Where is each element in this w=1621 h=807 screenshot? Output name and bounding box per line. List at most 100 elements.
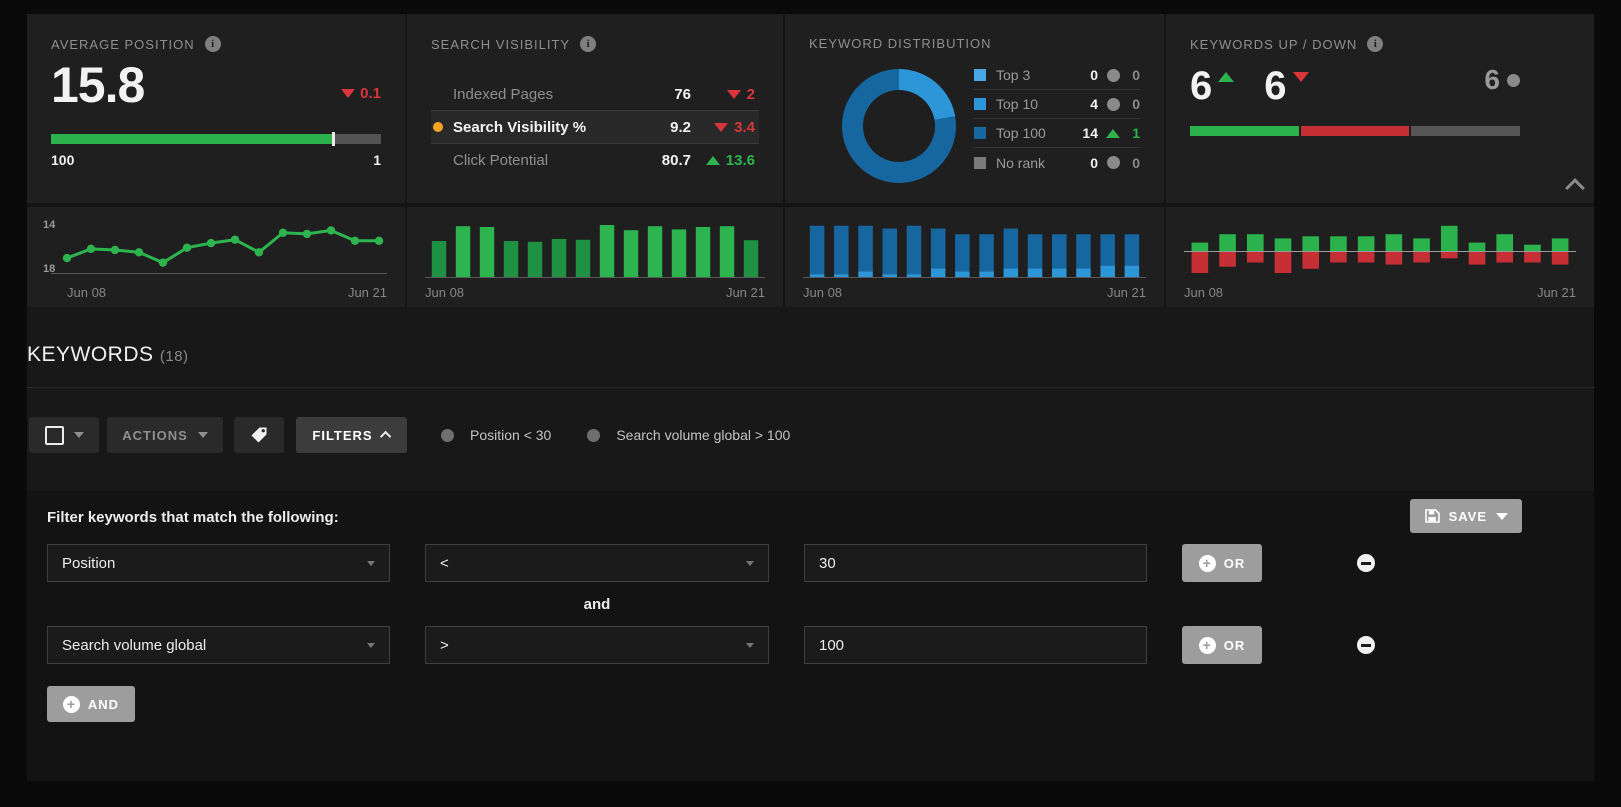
scale-label-100: 100 [51,152,74,168]
metric-delta-value: 3.4 [734,119,755,136]
keywords-heading: KEYWORDS (18) [27,307,1594,367]
trend-charts-row: 14 18 Jun 08 Jun 21 Jun 08 Jun 21 Jun 08 [27,203,1594,307]
x-label-start: Jun 08 [67,285,106,300]
metric-delta: 13.6 [691,152,755,169]
remove-condition-button[interactable] [1357,554,1375,572]
add-or-condition-button[interactable]: OR [1182,544,1262,582]
or-label: OR [1224,638,1246,653]
legend-row-top10: Top 10 4 0 [974,90,1140,119]
metric-value: 9.2 [639,119,691,136]
plus-circle-icon [1199,637,1216,654]
info-icon[interactable] [205,36,221,52]
down-count-value: 6 [1264,66,1286,106]
chevron-down-icon [746,561,754,566]
legend-value: 0 [1072,155,1098,171]
metric-delta: 2 [691,86,755,103]
chevron-down-icon [198,432,208,438]
operator-select[interactable]: < [425,544,769,582]
select-all-dropdown-button[interactable] [29,417,99,453]
bar-chart-svg [421,213,769,283]
filter-chip-search-volume[interactable]: Search volume global > 100 [587,427,790,443]
average-position-card: AVERAGE POSITION 15.8 0.1 100 1 [27,14,405,203]
legend-value: 4 [1072,96,1098,112]
value-input[interactable] [804,626,1147,664]
legend-delta: 0 [1128,67,1140,83]
actions-dropdown-button[interactable]: ACTIONS [107,417,223,453]
field-select[interactable]: Position [47,544,390,582]
and-button-label: AND [88,697,119,712]
info-icon[interactable] [1367,36,1383,52]
triangle-down-icon [714,123,728,132]
remove-condition-button[interactable] [1357,636,1375,654]
metric-delta: 3.4 [691,119,755,136]
unchanged-count-value: 6 [1484,66,1500,94]
x-label-start: Jun 08 [425,285,464,300]
up-bar-segment [1190,126,1299,136]
legend-label: No rank [996,155,1072,171]
filter-condition-row: Position < OR [47,544,1574,582]
field-select-value: Position [62,555,115,572]
chip-dot-icon [587,429,600,442]
select-all-checkbox[interactable] [45,426,64,445]
legend-delta: 1 [1128,125,1140,141]
metrics-row: AVERAGE POSITION 15.8 0.1 100 1 [27,14,1594,203]
x-label-start: Jun 08 [1184,285,1223,300]
filter-panel-heading: Filter keywords that match the following… [47,509,1574,526]
keyword-distribution-card: KEYWORD DISTRIBUTION Top 3 0 0 [783,14,1164,203]
no-change-dot-icon [1107,98,1120,111]
chevron-down-icon [74,432,84,438]
keywords-unchanged-count: 6 [1484,66,1520,94]
section-divider [27,387,1594,388]
chevron-down-icon [1496,513,1508,520]
no-change-dot-icon [1107,156,1120,169]
keyword-distribution-legend: Top 3 0 0 Top 10 4 0 [974,61,1140,183]
metric-delta-value: 13.6 [726,152,755,169]
add-or-condition-button[interactable]: OR [1182,626,1262,664]
x-label-end: Jun 21 [726,285,765,300]
filter-builder-panel: SAVE Filter keywords that match the foll… [27,491,1594,781]
no-change-dot-icon [1507,74,1520,87]
value-input[interactable] [804,544,1147,582]
up-count-value: 6 [1190,66,1212,106]
chevron-down-icon [367,643,375,648]
legend-delta: 0 [1128,155,1140,171]
tag-button[interactable] [234,417,284,453]
plus-circle-icon [1199,555,1216,572]
legend-label: Top 3 [996,67,1072,83]
add-and-condition-button[interactable]: AND [47,686,135,722]
chevron-down-icon [746,643,754,648]
legend-row-top3: Top 3 0 0 [974,61,1140,90]
info-icon[interactable] [580,36,596,52]
average-position-delta: 0.1 [341,85,381,102]
chip-label: Position < 30 [470,427,551,443]
filter-condition-row: Search volume global > OR [47,626,1574,664]
search-visibility-title: SEARCH VISIBILITY [431,37,570,52]
or-label: OR [1224,556,1246,571]
average-position-delta-value: 0.1 [360,85,381,102]
triangle-up-icon [706,156,720,165]
metric-row-indexed-pages[interactable]: Indexed Pages 76 2 [431,78,759,111]
filters-toggle-button[interactable]: FILTERS [296,417,407,453]
metric-row-search-visibility[interactable]: Search Visibility % 9.2 3.4 [431,111,759,144]
filter-chip-position[interactable]: Position < 30 [441,427,551,443]
save-label: SAVE [1449,509,1487,524]
keywords-up-down-title: KEYWORDS UP / DOWN [1190,37,1357,52]
chip-label: Search volume global > 100 [616,427,790,443]
save-filter-button[interactable]: SAVE [1410,499,1522,533]
triangle-down-icon [727,90,741,99]
operator-select-value: > [440,637,449,654]
diverging-bar-chart-svg [1180,213,1580,283]
average-position-trend-chart: 14 18 Jun 08 Jun 21 [27,207,405,307]
legend-swatch-norank [974,157,986,169]
metric-row-click-potential[interactable]: Click Potential 80.7 13.6 [431,144,759,177]
operator-select-value: < [440,555,449,572]
legend-value: 0 [1072,67,1098,83]
metric-label: Search Visibility % [453,119,639,136]
keywords-up-down-bar [1190,126,1520,136]
keywords-up-down-trend-chart: Jun 08 Jun 21 [1164,207,1594,307]
legend-row-norank: No rank 0 0 [974,148,1140,177]
operator-select[interactable]: > [425,626,769,664]
field-select[interactable]: Search volume global [47,626,390,664]
keywords-up-down-card: KEYWORDS UP / DOWN 6 6 6 [1164,14,1594,203]
tag-icon [249,425,269,445]
